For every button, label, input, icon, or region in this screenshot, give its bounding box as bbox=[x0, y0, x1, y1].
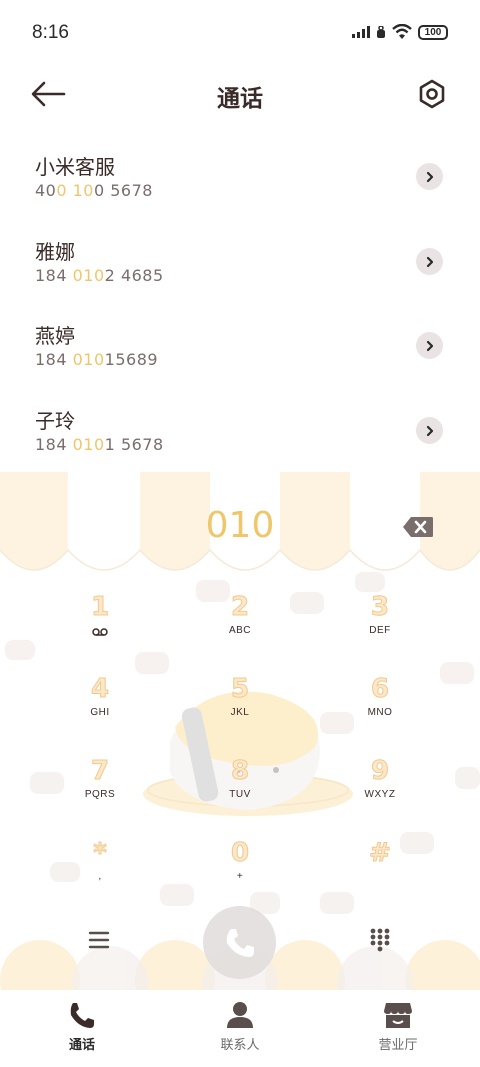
call-button[interactable] bbox=[203, 906, 276, 979]
nav-label: 联系人 bbox=[220, 1038, 260, 1053]
key-5[interactable]: 5 JKL bbox=[180, 674, 300, 744]
menu-icon[interactable] bbox=[88, 930, 110, 950]
contact-name: 燕婷 bbox=[35, 324, 75, 348]
status-icons: 100 bbox=[352, 24, 448, 40]
key-2[interactable]: 2 ABC bbox=[180, 592, 300, 662]
contact-detail-button[interactable] bbox=[416, 332, 443, 359]
nav-item-store[interactable]: 营业厅 bbox=[338, 1000, 458, 1053]
settings-icon[interactable] bbox=[416, 78, 448, 110]
page-title: 通话 bbox=[217, 86, 263, 112]
wifi-icon bbox=[392, 24, 412, 39]
contact-detail-button[interactable] bbox=[416, 417, 443, 444]
contact-number: 184 0101 5678 bbox=[35, 435, 164, 454]
key-3[interactable]: 3 DEF bbox=[320, 592, 440, 662]
key-star[interactable]: *, bbox=[40, 838, 160, 908]
key-4[interactable]: 4 GHI bbox=[40, 674, 160, 744]
status-time: 8:16 bbox=[32, 22, 69, 43]
nav-label: 通话 bbox=[68, 1038, 95, 1053]
contact-name: 雅娜 bbox=[35, 240, 75, 264]
phone-icon bbox=[70, 1003, 94, 1028]
dialpad-toggle-icon[interactable] bbox=[370, 928, 390, 952]
key-6[interactable]: 6 MNO bbox=[320, 674, 440, 744]
person-icon bbox=[227, 1002, 253, 1028]
chevron-right-icon bbox=[426, 256, 433, 267]
contact-number: 184 0102 4685 bbox=[35, 266, 164, 285]
nav-label: 营业厅 bbox=[378, 1038, 418, 1053]
chevron-right-icon bbox=[426, 340, 433, 351]
store-icon bbox=[384, 1003, 412, 1028]
contact-name: 小米客服 bbox=[35, 155, 115, 179]
backspace-icon[interactable] bbox=[402, 516, 434, 538]
chevron-right-icon bbox=[426, 425, 433, 436]
key-0[interactable]: 0 + bbox=[180, 838, 300, 908]
nav-item-contacts[interactable]: 联系人 bbox=[180, 1000, 300, 1053]
contact-number: 184 01015689 bbox=[35, 350, 159, 369]
alarm-icon bbox=[377, 26, 385, 38]
chevron-right-icon bbox=[426, 171, 433, 182]
contact-detail-button[interactable] bbox=[416, 163, 443, 190]
bottom-nav: 通话 联系人 营业厅 bbox=[0, 990, 480, 1067]
key-8[interactable]: 8 TUV bbox=[180, 756, 300, 826]
key-1[interactable]: 1 bbox=[40, 592, 160, 662]
contact-item[interactable]: 雅娜 184 0102 4685 bbox=[0, 236, 480, 320]
phone-icon bbox=[226, 928, 254, 957]
contact-number: 400 100 5678 bbox=[35, 181, 153, 200]
contact-detail-button[interactable] bbox=[416, 248, 443, 275]
status-bar: 8:16 100 bbox=[0, 0, 480, 64]
contact-item[interactable]: 燕婷 184 01015689 bbox=[0, 320, 480, 404]
header: 通话 bbox=[0, 66, 480, 122]
key-7[interactable]: 7 PQRS bbox=[40, 756, 160, 826]
contact-name: 子玲 bbox=[35, 409, 75, 433]
signal-icon bbox=[352, 26, 370, 38]
voicemail-icon bbox=[92, 628, 108, 636]
key-hash[interactable]: # bbox=[320, 838, 440, 908]
battery-icon: 100 bbox=[418, 24, 448, 40]
key-9[interactable]: 9 WXYZ bbox=[320, 756, 440, 826]
contact-item[interactable]: 小米客服 400 100 5678 bbox=[0, 151, 480, 235]
nav-item-calls[interactable]: 通话 bbox=[22, 1000, 142, 1053]
